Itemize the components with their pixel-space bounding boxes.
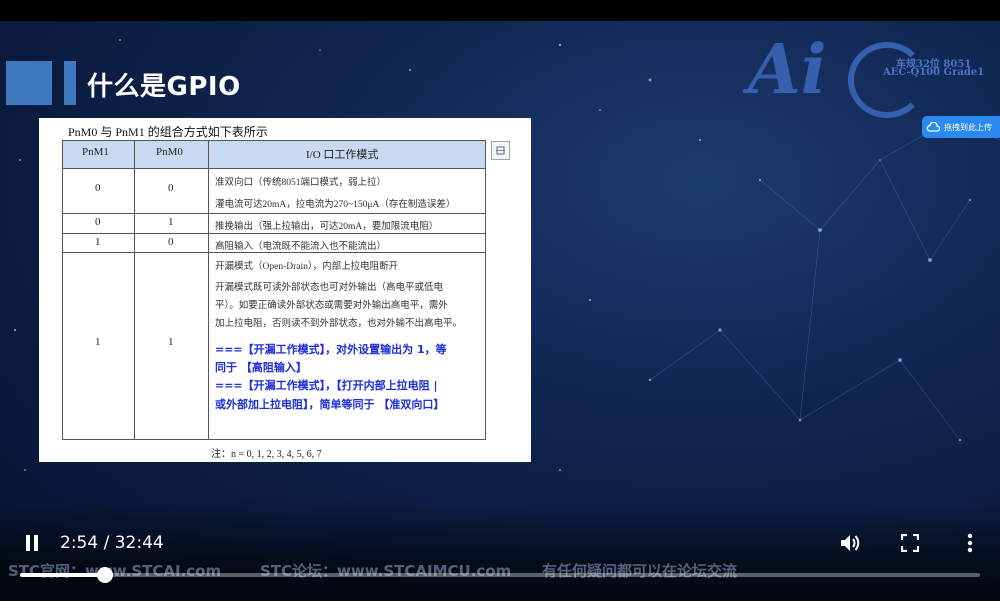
mode-table: PnM1 PnM0 I/O 口工作模式 0 0 准双向口（传统8051端口模式，… bbox=[62, 140, 486, 440]
footer-left: STC官网：www.STCAI.com bbox=[8, 562, 222, 580]
header-pnm0: PnM0 bbox=[156, 146, 183, 158]
row1-line2: 灌电流可达20mA，拉电流为270~150μA（存在制造误差） bbox=[215, 200, 456, 210]
row3-pnm1: 1 bbox=[95, 236, 101, 248]
volume-button[interactable] bbox=[839, 532, 861, 554]
row1-pnm0: 0 bbox=[168, 182, 174, 194]
row4-line3: 平）。如要正确读外部状态或需要对外输出高电平，需外 bbox=[215, 301, 448, 311]
row4-line4: 加上拉电阻，否则读不到外部状态，也对外输不出高电平。 bbox=[215, 319, 463, 329]
table-image: PnM0 与 PnM1 的组合方式如下表所示 PnM1 PnM0 I/O 口工作… bbox=[39, 118, 531, 462]
row2-pnm1: 0 bbox=[95, 216, 101, 228]
header-pnm1: PnM1 bbox=[82, 146, 109, 158]
title-decoration-block bbox=[6, 61, 52, 105]
table-header-bg bbox=[62, 140, 485, 168]
video-frame[interactable]: 什么是GPIO Ai 车规32位 8051 AEC-Q100 Grade1 拖拽… bbox=[0, 0, 1000, 601]
table-caption: PnM0 与 PnM1 的组合方式如下表所示 bbox=[68, 125, 268, 139]
progress-fill bbox=[20, 573, 106, 577]
progress-bar[interactable] bbox=[20, 567, 980, 583]
row1-line1: 准双向口（传统8051端口模式，弱上拉） bbox=[215, 178, 387, 188]
progress-handle[interactable] bbox=[97, 567, 114, 583]
table-footnote: 注：n = 0, 1, 2, 3, 4, 5, 6, 7 bbox=[211, 449, 322, 460]
row4-pnm1: 1 bbox=[95, 336, 101, 348]
crop-icon bbox=[496, 146, 505, 155]
row2-line1: 推挽输出（强上拉输出，可达20mA，要加限流电阻） bbox=[215, 222, 439, 232]
row4-pnm0: 1 bbox=[168, 336, 174, 348]
fullscreen-button[interactable] bbox=[899, 532, 921, 554]
more-vert-icon bbox=[967, 533, 973, 553]
footer-mid: STC论坛：www.STCAIMCU.com bbox=[260, 562, 512, 580]
row4-note2: 同于 【高阻输入】 bbox=[215, 361, 307, 374]
footer-right: 有任何疑问都可以在论坛交流 bbox=[542, 562, 738, 580]
row3-pnm0: 0 bbox=[168, 236, 174, 248]
volume-icon bbox=[841, 535, 860, 551]
row4-line2: 开漏模式既可读外部状态也可对外输出（高电平或低电 bbox=[215, 283, 444, 293]
title-decoration-bar bbox=[64, 61, 76, 105]
ai-logo: Ai bbox=[748, 30, 827, 110]
slide-title: 什么是GPIO bbox=[87, 72, 241, 102]
more-options-button[interactable] bbox=[959, 532, 981, 554]
row4-note1: ===【开漏工作模式】，对外设置输出为 1，等 bbox=[215, 343, 447, 356]
row3-line1: 高阻输入（电流既不能流入也不能流出） bbox=[215, 242, 387, 252]
row4-note3: ===【开漏工作模式】，【打开内部上拉电阻 | bbox=[215, 379, 438, 392]
row4-line1: 开漏模式（Open-Drain），内部上拉电阻断开 bbox=[215, 262, 399, 272]
copy-image-icon[interactable] bbox=[491, 141, 510, 160]
row2-pnm0: 1 bbox=[168, 216, 174, 228]
pause-icon bbox=[26, 535, 38, 551]
row1-pnm1: 0 bbox=[95, 182, 101, 194]
cloud-icon bbox=[926, 122, 940, 132]
fullscreen-icon bbox=[901, 534, 919, 552]
pause-button[interactable] bbox=[22, 533, 42, 553]
row4-note4: 或外部加上拉电阻】，简单等同于 【准双向口】 bbox=[215, 398, 445, 411]
upload-label: 拖拽到此上传 bbox=[944, 122, 992, 132]
header-mode: I/O 口工作模式 bbox=[306, 149, 379, 161]
upload-button[interactable]: 拖拽到此上传 bbox=[922, 116, 1000, 138]
time-display: 2:54 / 32:44 bbox=[60, 533, 164, 553]
logo-line2: AEC-Q100 Grade1 bbox=[883, 67, 985, 78]
logo-ring bbox=[848, 42, 926, 118]
